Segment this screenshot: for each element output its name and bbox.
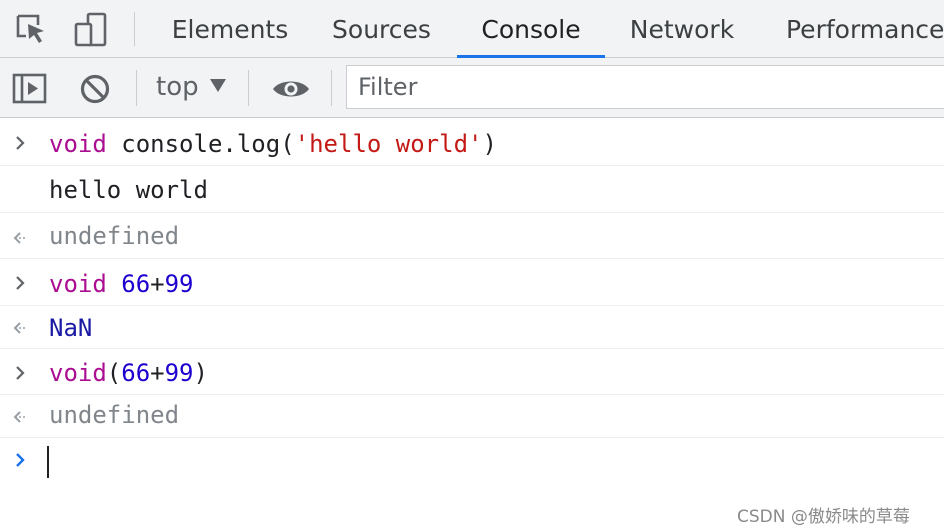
console-input-row: void(66+99) — [0, 349, 944, 395]
text-cursor — [47, 446, 49, 478]
code-token: hello world — [49, 176, 208, 204]
context-label: top — [156, 72, 199, 102]
console-result-text: undefined — [49, 222, 179, 250]
console-log-text: hello world — [49, 176, 208, 204]
code-token: 66 — [121, 359, 151, 387]
chevron-right-icon — [12, 365, 34, 381]
return-arrow-icon — [12, 409, 34, 425]
caret-down-icon — [210, 79, 226, 92]
code-token: ( — [106, 359, 122, 387]
live-expression-icon[interactable] — [271, 76, 311, 102]
chevron-right-icon — [12, 452, 34, 472]
code-token: ) — [482, 130, 497, 158]
code-token: 99 — [164, 270, 194, 298]
console-result-text: undefined — [49, 401, 179, 429]
tab-network[interactable]: Network — [618, 0, 746, 58]
code-token: 99 — [164, 359, 194, 387]
console-toolbar: top — [0, 58, 944, 118]
console-input-row: void console.log('hello world') — [0, 118, 944, 166]
console-messages: void console.log('hello world') hello wo… — [0, 118, 944, 532]
filter-input[interactable] — [347, 66, 944, 108]
code-token: NaN — [49, 314, 93, 342]
console-result-row: undefined — [0, 395, 944, 438]
tab-sources[interactable]: Sources — [321, 0, 442, 58]
tab-performance[interactable]: Performance — [772, 0, 944, 58]
tabbar-divider — [134, 12, 135, 46]
console-input-text: void console.log('hello world') — [49, 130, 497, 158]
code-token: undefined — [49, 401, 180, 429]
code-token: console.log( — [106, 130, 295, 158]
show-sidebar-icon[interactable] — [12, 72, 48, 106]
chevron-right-icon — [12, 275, 34, 291]
tab-elements[interactable]: Elements — [163, 0, 297, 58]
code-token: void — [49, 130, 107, 158]
code-token: 66 — [121, 270, 151, 298]
clear-console-icon[interactable] — [78, 72, 112, 106]
filter-box — [346, 65, 944, 109]
toolbar-divider-2 — [248, 70, 249, 106]
console-input-row: void 66+99 — [0, 259, 944, 306]
console-input-text: void(66+99) — [49, 359, 208, 387]
chevron-right-icon — [12, 135, 34, 151]
console-prompt-input[interactable] — [40, 440, 930, 480]
toolbar-divider-1 — [136, 70, 137, 106]
code-token: 'hello world' — [294, 130, 483, 158]
watermark: CSDN @傲娇味的草莓 — [737, 507, 910, 527]
device-toolbar-icon[interactable] — [73, 12, 111, 48]
return-arrow-icon — [12, 320, 34, 336]
tab-console[interactable]: Console — [457, 0, 605, 58]
code-token: + — [150, 270, 165, 298]
console-log-row: hello world — [0, 166, 944, 213]
code-token: undefined — [49, 222, 180, 250]
console-input-text: void 66+99 — [49, 270, 194, 298]
devtools-tab-bar: Elements Sources Console Network Perform… — [0, 0, 944, 58]
code-token: ) — [193, 359, 208, 387]
code-token: void — [49, 270, 107, 298]
console-result-row: NaN — [0, 306, 944, 349]
inspect-element-icon[interactable] — [14, 12, 48, 46]
toolbar-divider-3 — [331, 70, 332, 106]
console-result-row: undefined — [0, 213, 944, 259]
code-token: void — [49, 359, 107, 387]
console-result-text: NaN — [49, 314, 92, 342]
return-arrow-icon — [12, 230, 34, 246]
code-token: + — [150, 359, 165, 387]
